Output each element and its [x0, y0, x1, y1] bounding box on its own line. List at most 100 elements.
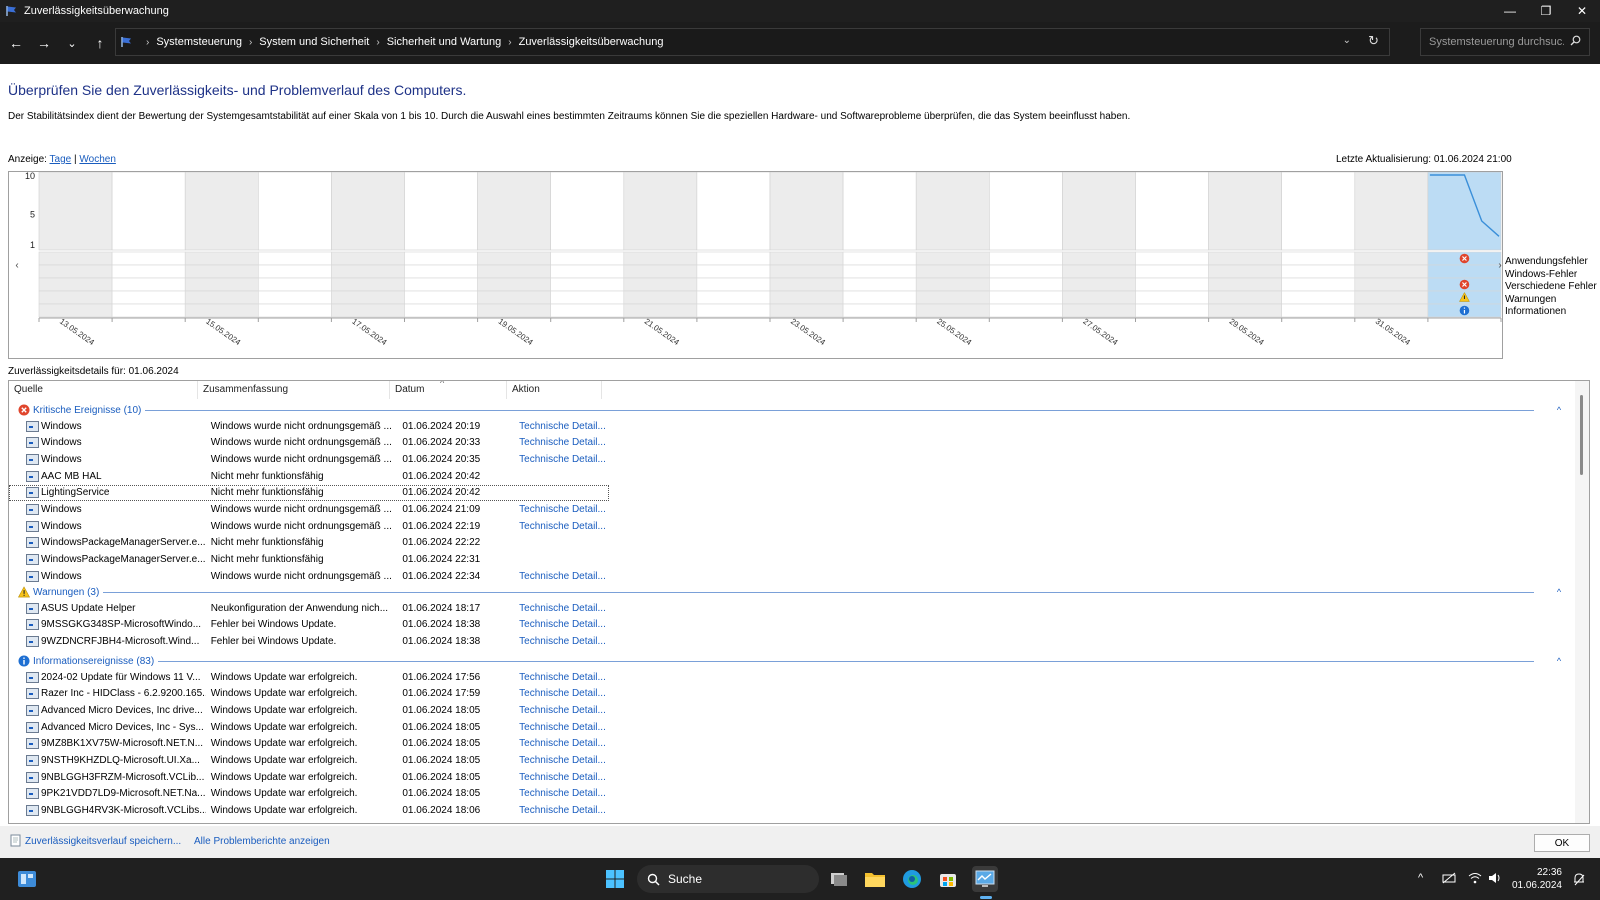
volume-icon[interactable]	[1488, 872, 1502, 887]
taskbar-clock[interactable]: 22:36 01.06.2024	[1506, 866, 1562, 892]
date-cell: 01.06.2024 22:31	[402, 554, 481, 566]
table-row[interactable]: Windows Windows wurde nicht ordnungsgemäß…	[9, 418, 609, 434]
forward-arrow-icon[interactable]: →	[32, 31, 56, 55]
column-header-source[interactable]: Quelle	[9, 381, 198, 399]
group-collapse-chevron-icon[interactable]: ^	[1544, 656, 1574, 666]
table-row[interactable]: Advanced Micro Devices, Inc drive... Wind…	[9, 702, 609, 718]
technical-details-link[interactable]: Technische Detail...	[514, 672, 609, 683]
network-disconnected-icon[interactable]	[1442, 872, 1456, 887]
search-icon[interactable]	[1570, 35, 1581, 49]
view-all-reports-link[interactable]: Alle Problemberichte anzeigen	[194, 836, 330, 847]
file-explorer-icon[interactable]	[862, 866, 888, 892]
stability-chart[interactable]: 10 5 1 13.05.2024 15.05.2024 17.05.2024 19.05.…	[8, 171, 1503, 359]
view-days-link[interactable]: Tage	[50, 154, 72, 165]
search-box[interactable]	[1420, 28, 1590, 56]
address-dropdown-icon[interactable]: ⌄	[1343, 35, 1351, 46]
tray-overflow-chevron-icon[interactable]: ^	[1418, 872, 1423, 884]
technical-details-link[interactable]: Technische Detail...	[514, 788, 609, 799]
column-header-action[interactable]: Aktion	[507, 381, 602, 399]
refresh-icon[interactable]: ↻	[1368, 33, 1379, 49]
table-row[interactable]: Windows Windows wurde nicht ordnungsgemäß…	[9, 518, 609, 534]
table-row[interactable]: 9NBLGGH3FRZM-Microsoft.VCLib... Windows U…	[9, 769, 609, 785]
technical-details-link[interactable]: Technische Detail...	[514, 571, 609, 582]
table-row[interactable]: Advanced Micro Devices, Inc - Sys... Wind…	[9, 719, 609, 735]
table-row[interactable]: ASUS Update Helper Neukonfiguration der A…	[9, 600, 609, 616]
source-text: 9MSSGKG348SP-MicrosoftWindo...	[41, 619, 202, 631]
view-weeks-link[interactable]: Wochen	[79, 154, 116, 165]
table-row[interactable]: Razer Inc - HIDClass - 6.2.9200.165... Wi…	[9, 686, 609, 702]
scrollbar-thumb[interactable]	[1580, 395, 1583, 475]
technical-details-link[interactable]: Technische Detail...	[514, 636, 609, 647]
breadcrumb-system-und-sicherheit[interactable]: System und Sicherheit	[259, 36, 369, 48]
table-row[interactable]: 9NBLGGH4RV3K-Microsoft.VCLibs... Windows …	[9, 803, 609, 819]
breadcrumb-zuverlaessigkeitsueberwachung[interactable]: Zuverlässigkeitsüberwachung	[519, 36, 664, 48]
technical-details-link[interactable]: Technische Detail...	[514, 688, 609, 699]
table-row[interactable]: 9MZ8BK1XV75W-Microsoft.NET.N... Windows U…	[9, 736, 609, 752]
table-row[interactable]: Windows Windows wurde nicht ordnungsgemäß…	[9, 502, 609, 518]
error-icon[interactable]	[1459, 253, 1470, 264]
group-collapse-chevron-icon[interactable]: ^	[1544, 587, 1574, 597]
technical-details-link[interactable]: Technische Detail...	[514, 738, 609, 749]
table-row[interactable]: 9NSTH9KHZDLQ-Microsoft.UI.Xa... Windows U…	[9, 753, 609, 769]
start-button-windows-icon[interactable]	[602, 866, 628, 892]
taskbar-widget-icon[interactable]	[14, 866, 40, 892]
microsoft-store-icon[interactable]	[935, 866, 961, 892]
technical-details-link[interactable]: Technische Detail...	[514, 437, 609, 448]
recent-locations-chevron-icon[interactable]: ⌄	[60, 31, 84, 55]
error-icon[interactable]	[1459, 279, 1470, 290]
table-row[interactable]: Windows Windows wurde nicht ordnungsgemäß…	[9, 451, 609, 467]
info-icon[interactable]	[1459, 305, 1470, 316]
technical-details-link[interactable]: Technische Detail...	[514, 755, 609, 766]
restore-button[interactable]: ❐	[1528, 0, 1564, 22]
group-collapse-chevron-icon[interactable]: ^	[1544, 405, 1574, 415]
table-row[interactable]: 2024-02 Update für Windows 11 V... Window…	[9, 669, 609, 685]
technical-details-link[interactable]: Technische Detail...	[514, 705, 609, 716]
table-row[interactable]: AAC MB HAL Nicht mehr funktionsfähig 01.06…	[9, 468, 609, 484]
chart-event-cell	[331, 277, 405, 292]
chart-scroll-right-icon[interactable]: ›	[1498, 260, 1501, 271]
taskbar-search-box[interactable]: Suche	[637, 865, 819, 893]
wifi-icon[interactable]	[1468, 872, 1482, 887]
technical-details-link[interactable]: Technische Detail...	[514, 619, 609, 630]
minimize-button[interactable]: —	[1492, 0, 1528, 22]
column-header-date[interactable]: Datum ^	[390, 381, 507, 399]
notification-bell-icon[interactable]	[1572, 872, 1586, 889]
up-arrow-icon[interactable]: ↑	[88, 31, 112, 55]
vertical-scrollbar[interactable]	[1575, 381, 1589, 823]
technical-details-link[interactable]: Technische Detail...	[514, 454, 609, 465]
table-row[interactable]: WindowsPackageManagerServer.e... Nicht me…	[9, 552, 609, 568]
technical-details-link[interactable]: Technische Detail...	[514, 722, 609, 733]
table-row[interactable]: LightingService Nicht mehr funktionsfähig…	[9, 484, 609, 501]
breadcrumb-sicherheit-und-wartung[interactable]: Sicherheit und Wartung	[387, 36, 502, 48]
chart-event-cell	[1135, 290, 1209, 305]
chart-scroll-left-icon[interactable]: ‹	[15, 260, 18, 271]
table-row[interactable]: WindowsPackageManagerServer.e... Nicht me…	[9, 535, 609, 551]
breadcrumb-systemsteuerung[interactable]: Systemsteuerung	[156, 36, 242, 48]
column-header-summary[interactable]: Zusammenfassung	[198, 381, 390, 399]
address-bar[interactable]: › Systemsteuerung › System und Sicherhei…	[115, 28, 1390, 56]
back-arrow-icon[interactable]: ←	[4, 31, 28, 55]
task-view-icon[interactable]	[826, 866, 852, 892]
group-header-error[interactable]: Kritische Ereignisse (10) ^	[9, 401, 1574, 419]
ok-button[interactable]: OK	[1534, 834, 1590, 852]
chart-event-cell	[184, 251, 259, 266]
technical-details-link[interactable]: Technische Detail...	[514, 521, 609, 532]
close-button[interactable]: ✕	[1564, 0, 1600, 22]
group-header-warning[interactable]: Warnungen (3) ^	[9, 583, 1574, 601]
table-row[interactable]: 9MSSGKG348SP-MicrosoftWindo... Fehler bei…	[9, 617, 609, 633]
table-row[interactable]: Windows Windows wurde nicht ordnungsgemäß…	[9, 435, 609, 451]
table-row[interactable]: 9PK21VDD7LD9-Microsoft.NET.Na... Windows …	[9, 786, 609, 802]
reliability-monitor-taskbar-icon[interactable]	[972, 866, 998, 892]
technical-details-link[interactable]: Technische Detail...	[514, 805, 609, 816]
table-row[interactable]: 9WZDNCRFJBH4-Microsoft.Wind... Fehler bei…	[9, 633, 609, 649]
technical-details-link[interactable]: Technische Detail...	[514, 421, 609, 432]
date-cell: 01.06.2024 18:38	[402, 635, 481, 647]
search-input[interactable]	[1429, 36, 1564, 48]
group-header-info[interactable]: Informationsereignisse (83) ^	[9, 652, 1574, 670]
edge-browser-icon[interactable]	[899, 866, 925, 892]
technical-details-link[interactable]: Technische Detail...	[514, 772, 609, 783]
technical-details-link[interactable]: Technische Detail...	[514, 504, 609, 515]
save-history-link[interactable]: Zuverlässigkeitsverlauf speichern...	[25, 836, 181, 847]
table-row[interactable]: Windows Windows wurde nicht ordnungsgemäß…	[9, 568, 609, 584]
technical-details-link[interactable]: Technische Detail...	[514, 603, 609, 614]
